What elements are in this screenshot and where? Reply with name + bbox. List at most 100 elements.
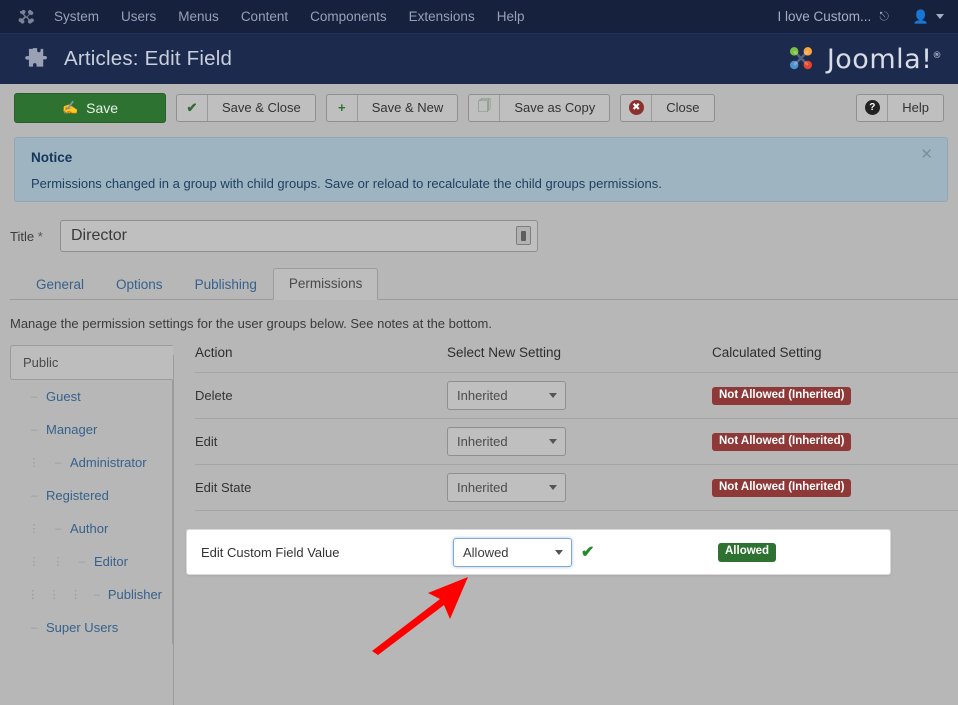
permission-select[interactable]: Inherited: [447, 381, 566, 410]
save-and-new-label: Save & New: [371, 100, 444, 115]
tab-publishing[interactable]: Publishing: [179, 269, 273, 300]
brand-name: Joomla!®: [826, 43, 942, 75]
row-action-label: Edit Custom Field Value: [201, 544, 340, 560]
tab-general[interactable]: General: [20, 269, 100, 300]
chevron-down-icon: [549, 485, 557, 490]
tree-dash: –: [94, 588, 101, 601]
group-tab-label: Author: [70, 521, 109, 536]
registered-mark: ®: [932, 50, 942, 61]
user-icon: 👤: [912, 8, 929, 24]
permission-select[interactable]: Inherited: [447, 473, 566, 502]
group-tab-super-users[interactable]: – Super Users: [10, 611, 172, 644]
admin-topbar: System Users Menus Content Components Ex…: [0, 0, 958, 33]
notice-alert: Notice Permissions changed in a group wi…: [14, 137, 948, 202]
status-badge: Not Allowed (Inherited): [712, 386, 852, 406]
external-link-icon[interactable]: ⎋: [879, 9, 889, 24]
menu-item-users[interactable]: Users: [121, 0, 156, 33]
title-input[interactable]: [60, 220, 538, 252]
user-menu[interactable]: 👤: [913, 9, 944, 25]
permissions-description: Manage the permission settings for the u…: [10, 316, 493, 331]
group-tab-registered[interactable]: – Registered: [10, 479, 172, 512]
save-as-copy-button[interactable]: 🗍 Save as Copy: [468, 93, 611, 122]
topbar-right-group: I love Custom... ⎋ 👤: [778, 9, 944, 25]
notice-message: Permissions changed in a group with chil…: [31, 176, 662, 191]
menu-item-extensions[interactable]: Extensions: [409, 0, 475, 33]
title-label-text: Title: [10, 228, 35, 244]
permission-select-focused[interactable]: Allowed: [453, 537, 572, 567]
tree-guide-icon: ⋮: [28, 457, 40, 469]
row-calculated-cell: Allowed: [718, 542, 890, 562]
joomla-swoosh-icon: [789, 47, 812, 70]
close-icon[interactable]: ✕: [920, 147, 933, 162]
group-tab-public[interactable]: Public: [10, 345, 173, 380]
tree-dash: –: [54, 522, 62, 535]
puzzle-piece-icon: [22, 46, 48, 72]
permission-select-value: Inherited: [457, 388, 508, 403]
table-header-row: Action Select New Setting Calculated Set…: [195, 345, 958, 373]
group-tab-guest[interactable]: – Guest: [10, 380, 172, 413]
status-badge: Allowed: [718, 543, 777, 562]
table-row: Delete Inherited Not Allowed (Inherited): [195, 373, 958, 419]
group-tab-label: Publisher: [107, 587, 163, 602]
check-icon: ✔: [581, 544, 595, 561]
menu-item-content[interactable]: Content: [241, 0, 288, 33]
editor-tabs: General Options Publishing Permissions: [10, 268, 958, 300]
group-tab-publisher[interactable]: ⋮ ⋮ ⋮ – Publisher: [10, 578, 172, 611]
tab-options[interactable]: Options: [100, 269, 179, 300]
table-row: Edit State Inherited Not Allowed (Inheri…: [195, 465, 958, 511]
chevron-down-icon: [555, 549, 563, 555]
user-group-tabs: Public – Guest – Manager ⋮ – Administrat…: [10, 345, 173, 644]
row-select-cell: Inherited: [447, 427, 712, 456]
save-as-copy-label: Save as Copy: [514, 100, 596, 115]
chevron-down-icon: [936, 14, 944, 19]
row-calculated-cell: Not Allowed (Inherited): [712, 386, 958, 406]
tree-dash: –: [78, 555, 86, 568]
menu-item-system[interactable]: System: [54, 0, 99, 33]
menu-item-components[interactable]: Components: [310, 0, 387, 33]
header-action: Action: [195, 345, 233, 360]
row-select-cell: Allowed ✔: [453, 537, 718, 567]
menu-item-menus[interactable]: Menus: [178, 0, 219, 33]
group-tab-manager[interactable]: – Manager: [10, 413, 172, 446]
circle-x-icon: ✖: [621, 94, 653, 121]
close-button[interactable]: ✖ Close: [620, 93, 715, 122]
permissions-table: Action Select New Setting Calculated Set…: [173, 345, 958, 644]
tree-guide-icon: ⋮: [28, 523, 40, 535]
group-tab-administrator[interactable]: ⋮ – Administrator: [10, 446, 172, 479]
group-tab-label: Editor: [94, 554, 128, 569]
group-tab-author[interactable]: ⋮ – Author: [10, 512, 172, 545]
status-badge: Not Allowed (Inherited): [712, 478, 852, 498]
save-and-close-button[interactable]: ✔ Save & Close: [176, 93, 316, 122]
title-input-wrap: [60, 220, 538, 252]
joomla-logo-icon[interactable]: [16, 7, 36, 27]
save-and-close-label: Save & Close: [222, 100, 301, 115]
title-label: Title *: [10, 229, 60, 244]
save-and-new-button[interactable]: + Save & New: [325, 93, 459, 122]
page-title: Articles: Edit Field: [64, 47, 233, 70]
required-marker: *: [37, 228, 43, 244]
save-button[interactable]: ✍ Save: [14, 92, 166, 123]
group-tab-editor[interactable]: ⋮ ⋮ – Editor: [10, 545, 172, 578]
tab-permissions[interactable]: Permissions: [272, 268, 379, 300]
group-tab-label: Manager: [46, 422, 98, 437]
pencil-square-icon: ✍: [61, 99, 79, 115]
menu-item-help[interactable]: Help: [497, 0, 525, 33]
group-tab-label: Super Users: [46, 620, 119, 635]
copy-icon: 🗍: [469, 94, 501, 121]
form-autofill-icon[interactable]: [516, 226, 531, 245]
row-calculated-cell: Not Allowed (Inherited): [712, 478, 958, 498]
site-preview-link[interactable]: I love Custom...: [778, 9, 872, 24]
table-row: Edit Inherited Not Allowed (Inherited): [195, 419, 958, 465]
close-button-label: Close: [666, 100, 700, 115]
toolbar: ✍ Save ✔ Save & Close + Save & New 🗍 Sav…: [0, 84, 958, 131]
group-tab-label: Public: [23, 355, 59, 370]
tree-dash: –: [30, 390, 38, 403]
plus-icon: +: [327, 94, 358, 121]
permission-select[interactable]: Inherited: [447, 427, 566, 456]
row-calculated-cell: Not Allowed (Inherited): [712, 432, 958, 452]
row-action-label: Delete: [195, 388, 233, 403]
permissions-panel: Public – Guest – Manager ⋮ – Administrat…: [10, 345, 958, 644]
status-badge: Not Allowed (Inherited): [712, 432, 852, 452]
help-button[interactable]: ? Help: [856, 93, 944, 122]
circle-question-icon: ?: [857, 94, 889, 121]
